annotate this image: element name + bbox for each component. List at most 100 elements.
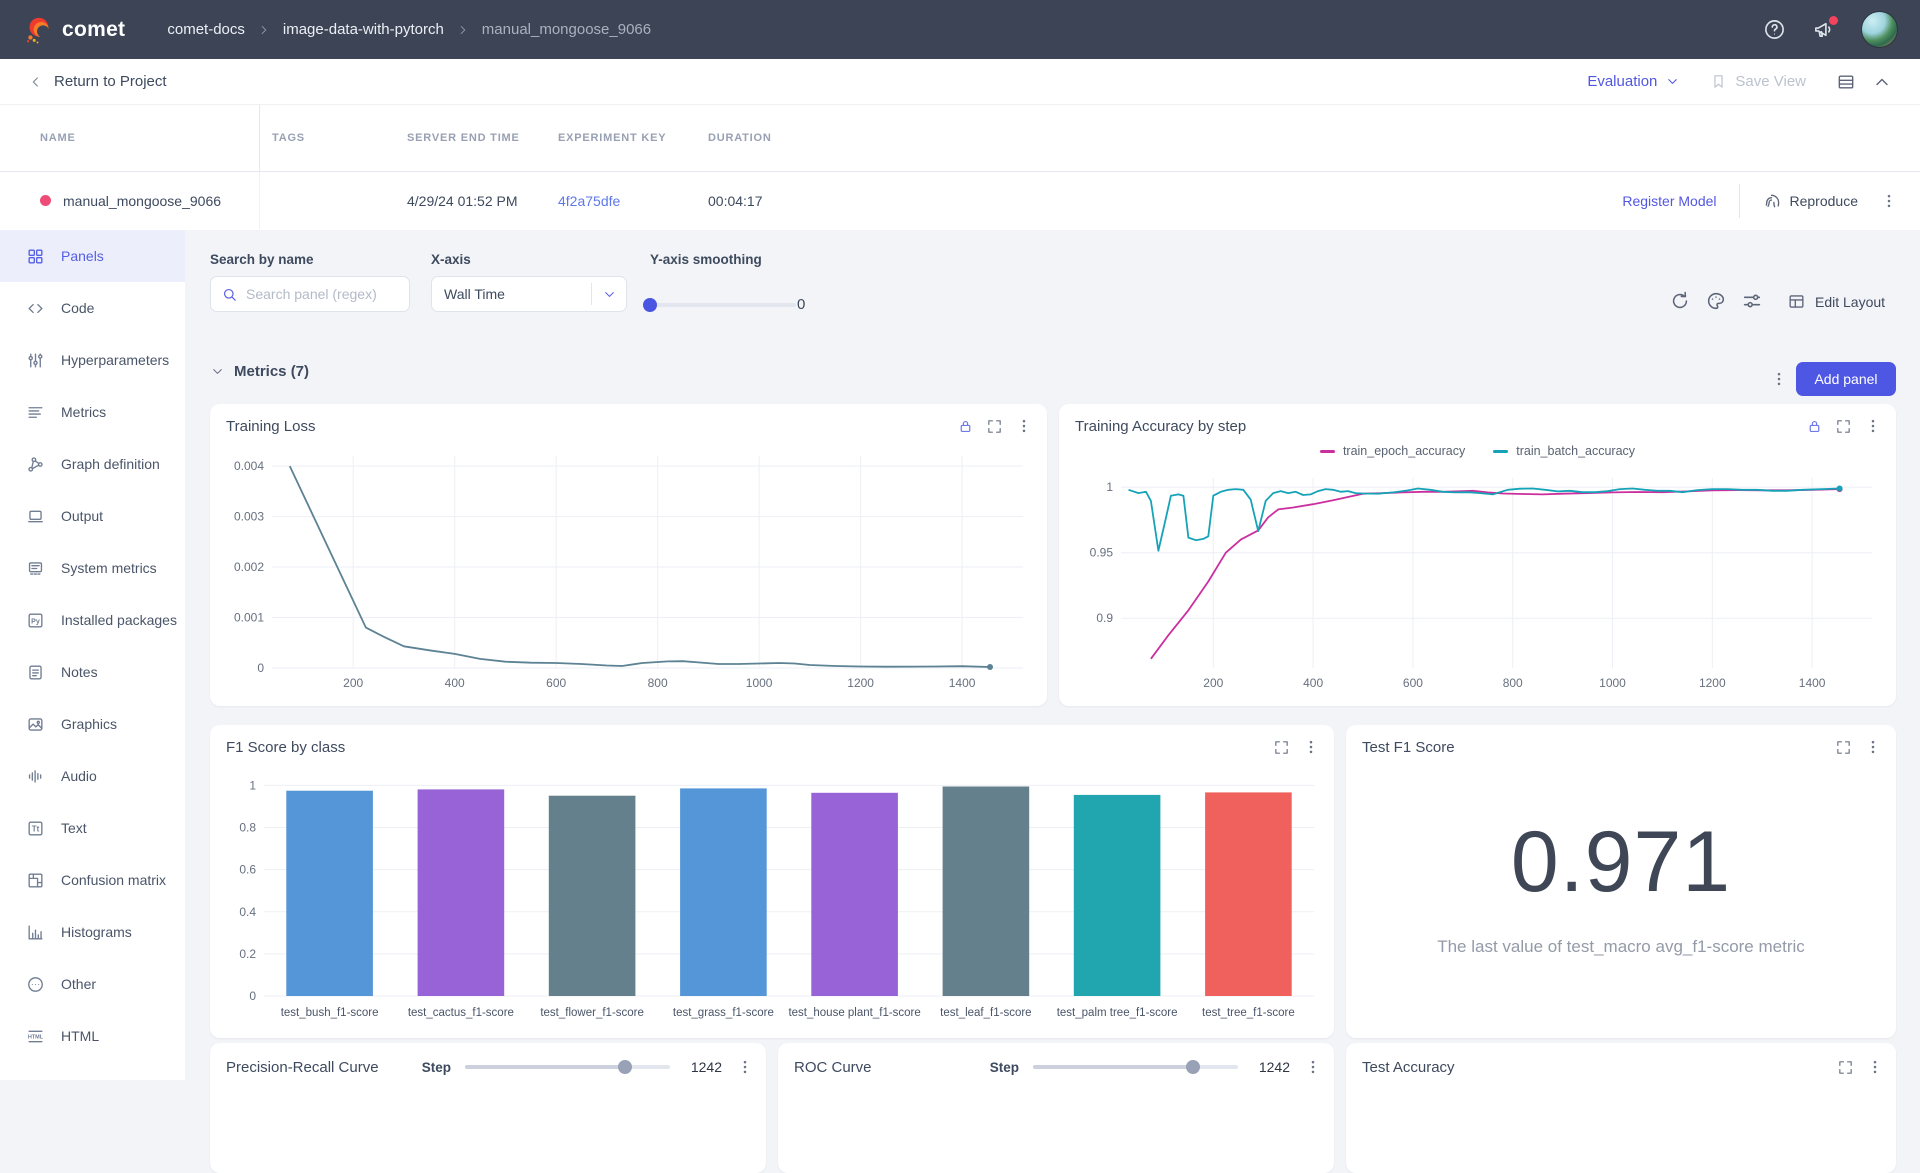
expand-icon[interactable]	[986, 418, 1003, 435]
announcements-icon[interactable]	[1812, 18, 1835, 41]
user-avatar[interactable]	[1861, 11, 1898, 48]
svg-text:1200: 1200	[847, 676, 874, 690]
sidebar-item-graphics[interactable]: Graphics	[0, 698, 185, 750]
expand-icon[interactable]	[1273, 739, 1290, 756]
column-header-duration[interactable]: DURATION	[708, 132, 1920, 144]
add-panel-button[interactable]: Add panel	[1796, 362, 1896, 396]
sidebar-item-installed-packages[interactable]: PyInstalled packages	[0, 594, 185, 646]
panel-kebab-icon[interactable]	[1864, 738, 1882, 756]
expand-icon[interactable]	[1835, 739, 1852, 756]
legend-swatch	[1493, 450, 1508, 453]
training-accuracy-chart[interactable]: 2004006008001000120014000.90.951	[1071, 470, 1886, 696]
experiment-subheader: Return to Project Evaluation Save View	[0, 59, 1920, 105]
edit-layout-label: Edit Layout	[1815, 294, 1885, 310]
layout-icon	[1787, 292, 1806, 311]
svg-text:test_bush_f1-score: test_bush_f1-score	[281, 1007, 379, 1019]
breadcrumb-item-1[interactable]: image-data-with-pytorch	[283, 21, 444, 38]
svg-text:0.003: 0.003	[234, 510, 264, 524]
search-input[interactable]	[246, 286, 399, 302]
training-loss-chart[interactable]: 20040060080010001200140000.0010.0020.003…	[222, 448, 1037, 696]
sidebar-item-graph-definition[interactable]: Graph definition	[0, 438, 185, 490]
sidebar-item-confusion-matrix[interactable]: Confusion matrix	[0, 854, 185, 906]
breadcrumb-item-2[interactable]: manual_mongoose_9066	[482, 21, 651, 38]
sidebar-item-label: Notes	[61, 664, 98, 680]
experiment-key-link[interactable]: 4f2a75dfe	[558, 193, 620, 209]
metrics-section-toggle[interactable]: Metrics (7)	[210, 363, 309, 380]
experiment-row[interactable]: manual_mongoose_9066 4/29/24 01:52 PM 4f…	[0, 172, 1920, 229]
panel-kebab-icon[interactable]	[736, 1058, 754, 1076]
sidebar-item-label: System metrics	[61, 560, 157, 576]
sidebar-item-hyperparameters[interactable]: Hyperparameters	[0, 334, 185, 386]
reproduce-button[interactable]: Reproduce	[1762, 191, 1859, 210]
comet-flame-icon	[22, 15, 52, 45]
sidebar-item-panels[interactable]: Panels	[0, 230, 185, 282]
svg-text:Py: Py	[31, 617, 40, 625]
graphics-icon	[26, 715, 45, 734]
pr-step-slider[interactable]	[465, 1065, 670, 1069]
smoothing-slider[interactable]	[650, 303, 796, 307]
legend-item[interactable]: train_batch_accuracy	[1493, 444, 1635, 458]
sidebar-item-label: Confusion matrix	[61, 872, 166, 888]
sidebar-item-label: Hyperparameters	[61, 352, 169, 368]
panel-kebab-icon[interactable]	[1015, 417, 1033, 435]
sidebar-item-histograms[interactable]: Histograms	[0, 906, 185, 958]
sidebar-item-metrics[interactable]: Metrics	[0, 386, 185, 438]
table-layout-icon[interactable]	[1836, 72, 1856, 92]
pr-step-slider-handle[interactable]	[618, 1060, 632, 1074]
return-to-project-link[interactable]: Return to Project	[28, 73, 167, 90]
column-header-experiment-key[interactable]: EXPERIMENT KEY	[558, 132, 708, 144]
svg-text:1200: 1200	[1699, 676, 1726, 690]
sidebar-item-notes[interactable]: Notes	[0, 646, 185, 698]
view-mode-dropdown[interactable]: Evaluation	[1587, 73, 1680, 90]
column-header-server-end-time[interactable]: SERVER END TIME	[407, 132, 558, 144]
pr-step-value: 1242	[684, 1059, 722, 1075]
sidebar-item-code[interactable]: Code	[0, 282, 185, 334]
svg-text:1: 1	[249, 778, 256, 792]
roc-step-slider[interactable]	[1033, 1065, 1238, 1069]
smoothing-slider-handle[interactable]	[643, 298, 657, 312]
panel-kebab-icon[interactable]	[1304, 1058, 1322, 1076]
expand-icon[interactable]	[1837, 1059, 1854, 1076]
sidebar-item-partial[interactable]	[0, 1062, 185, 1080]
panel-kebab-icon[interactable]	[1864, 417, 1882, 435]
histograms-icon	[26, 923, 45, 942]
panel-search-field[interactable]	[210, 276, 410, 312]
breadcrumb-item-0[interactable]: comet-docs	[167, 21, 245, 38]
sidebar-item-audio[interactable]: Audio	[0, 750, 185, 802]
xaxis-select[interactable]: Wall Time	[431, 276, 627, 312]
svg-text:0.002: 0.002	[234, 560, 264, 574]
svg-text:400: 400	[445, 676, 465, 690]
save-view-button[interactable]: Save View	[1710, 73, 1806, 90]
refresh-icon[interactable]	[1669, 290, 1691, 312]
svg-text:0.95: 0.95	[1090, 546, 1114, 560]
comet-logo[interactable]: comet	[22, 15, 125, 45]
collapse-header-icon[interactable]	[1872, 72, 1892, 92]
experiment-name[interactable]: manual_mongoose_9066	[63, 193, 221, 209]
help-icon[interactable]	[1763, 18, 1786, 41]
row-menu-kebab-icon[interactable]	[1880, 192, 1898, 210]
lock-icon[interactable]	[1806, 418, 1823, 435]
column-header-name[interactable]: NAME	[0, 105, 260, 171]
smoothing-label: Y-axis smoothing	[650, 252, 762, 267]
chevron-left-icon	[28, 74, 44, 90]
sidebar-item-other[interactable]: Other	[0, 958, 185, 1010]
register-model-button[interactable]: Register Model	[1622, 193, 1716, 209]
expand-icon[interactable]	[1835, 418, 1852, 435]
sidebar-item-html[interactable]: HTMLHTML	[0, 1010, 185, 1062]
edit-layout-button[interactable]: Edit Layout	[1787, 292, 1885, 311]
filter-settings-icon[interactable]	[1741, 290, 1763, 312]
experiment-table: NAMETAGSSERVER END TIMEEXPERIMENT KEYDUR…	[0, 105, 1920, 230]
metrics-section-kebab-icon[interactable]	[1770, 370, 1788, 388]
panel-kebab-icon[interactable]	[1302, 738, 1320, 756]
svg-text:test_leaf_f1-score: test_leaf_f1-score	[940, 1007, 1031, 1019]
sidebar-item-text[interactable]: TtText	[0, 802, 185, 854]
f1-score-bar-chart[interactable]: 00.20.40.60.81test_bush_f1-scoretest_cac…	[222, 765, 1324, 1030]
column-header-tags[interactable]: TAGS	[260, 132, 407, 144]
panel-kebab-icon[interactable]	[1866, 1058, 1884, 1076]
roc-step-slider-handle[interactable]	[1186, 1060, 1200, 1074]
sidebar-item-output[interactable]: Output	[0, 490, 185, 542]
lock-icon[interactable]	[957, 418, 974, 435]
sidebar-item-system-metrics[interactable]: System metrics	[0, 542, 185, 594]
palette-icon[interactable]	[1705, 290, 1727, 312]
legend-item[interactable]: train_epoch_accuracy	[1320, 444, 1465, 458]
